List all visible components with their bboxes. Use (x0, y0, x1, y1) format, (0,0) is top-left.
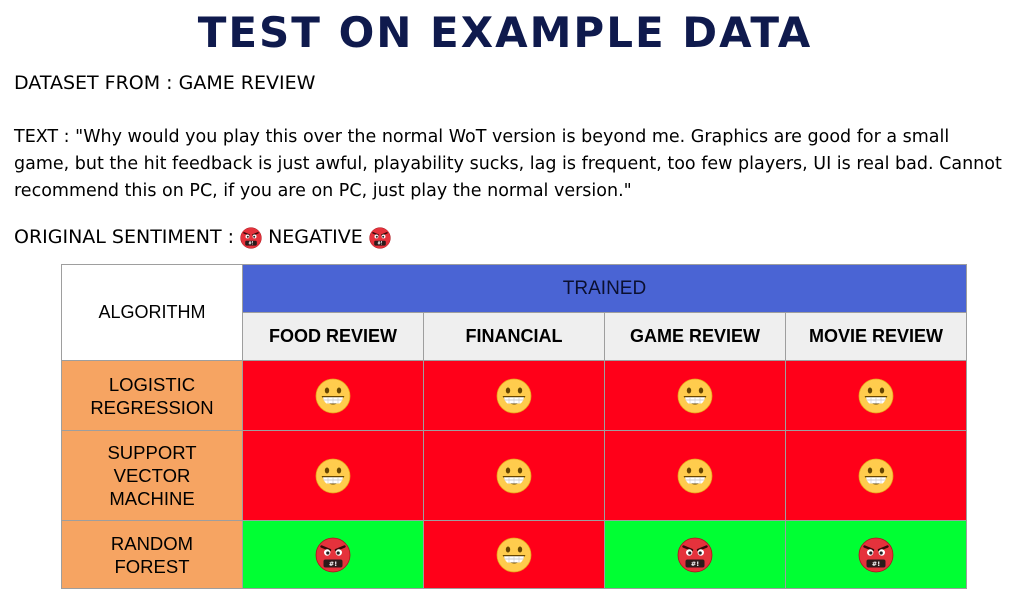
results-table: ALGORITHM TRAINED FOOD REVIEW FINANCIAL … (61, 264, 967, 589)
result-cell: #! (785, 520, 967, 589)
grinning-face-icon (858, 378, 894, 413)
result-cell (785, 360, 967, 431)
table-row: LOGISTIC REGRESSION (61, 360, 967, 431)
result-cell (423, 360, 605, 431)
algorithm-name-line: RANDOM (110, 532, 194, 554)
review-text: TEXT : "Why would you play this over the… (14, 127, 1002, 201)
page-title: TEST ON EXAMPLE DATA (197, 8, 813, 57)
svg-text:#!: #! (249, 240, 254, 245)
grinning-face-icon (677, 458, 713, 493)
trained-header: TRAINED (242, 264, 967, 313)
svg-text:#!: #! (691, 560, 699, 568)
algorithm-cell: RANDOM FOREST (61, 520, 243, 589)
grinning-face-icon (496, 378, 532, 413)
result-cell: #! (242, 520, 424, 589)
table-row: RANDOM FOREST #! #! #! (61, 520, 967, 589)
result-cell (242, 360, 424, 431)
grinning-face-icon (677, 378, 713, 413)
result-cell (785, 430, 967, 521)
column-header-food-review: FOOD REVIEW (242, 312, 424, 361)
column-header-financial: FINANCIAL (423, 312, 605, 361)
algorithm-name-line: VECTOR (113, 465, 191, 486)
algorithm-cell: LOGISTIC REGRESSION (61, 360, 243, 431)
angry-face-icon: #! (677, 537, 713, 572)
svg-text:#!: #! (872, 560, 880, 568)
table-row: SUPPORT VECTOR MACHINE (61, 430, 967, 521)
svg-text:#!: #! (377, 240, 382, 245)
result-cell (604, 360, 786, 431)
algorithm-name-line: MACHINE (109, 488, 195, 509)
svg-text:#!: #! (329, 560, 337, 568)
angry-face-icon: #! (858, 537, 894, 572)
original-sentiment: ORIGINAL SENTIMENT : #! NEGATIVE #! (14, 226, 397, 249)
result-cell (423, 430, 605, 521)
dataset-line: DATASET FROM : GAME REVIEW (14, 72, 316, 94)
algorithm-name-line: SUPPORT (107, 442, 197, 463)
grinning-face-icon (496, 458, 532, 493)
column-header-game-review: GAME REVIEW (604, 312, 786, 361)
column-header-movie-review: MOVIE REVIEW (785, 312, 967, 361)
algorithm-name-line: LOGISTIC (108, 373, 196, 395)
sentiment-label: ORIGINAL SENTIMENT : (14, 226, 235, 249)
angry-face-icon: #! (240, 226, 262, 249)
algorithm-name-line: REGRESSION (90, 396, 214, 418)
sentiment-value: NEGATIVE (268, 226, 363, 249)
result-cell: #! (604, 520, 786, 589)
grinning-face-icon (315, 458, 351, 493)
grinning-face-icon (496, 537, 532, 572)
result-cell (604, 430, 786, 521)
result-cell (423, 520, 605, 589)
result-cell (242, 430, 424, 521)
algorithm-name-line: FOREST (114, 555, 190, 577)
grinning-face-icon (858, 458, 894, 493)
angry-face-icon: #! (369, 226, 391, 249)
angry-face-icon: #! (315, 537, 351, 572)
grinning-face-icon (315, 378, 351, 413)
algorithm-cell: SUPPORT VECTOR MACHINE (61, 430, 243, 521)
algorithm-header: ALGORITHM (61, 264, 243, 361)
